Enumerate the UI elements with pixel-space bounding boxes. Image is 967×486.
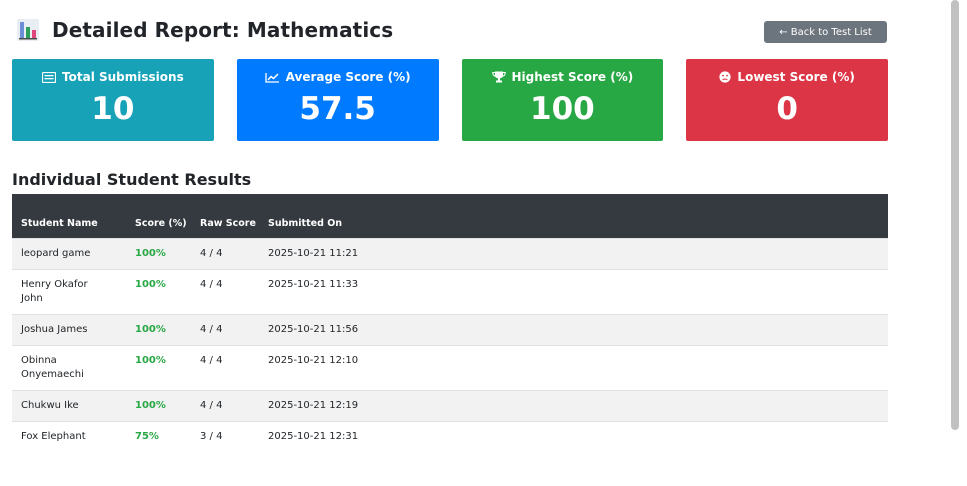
score-percent: 100% bbox=[126, 344, 191, 390]
card-value: 57.5 bbox=[299, 91, 376, 127]
column-header: Student Name bbox=[12, 194, 126, 238]
table-row: Obinna Onyemaechi 100% 4 / 4 2025-10-21 … bbox=[12, 344, 888, 390]
table-row: Chukwu Ike 100% 4 / 4 2025-10-21 12:19 bbox=[12, 389, 888, 421]
card-value: 100 bbox=[530, 91, 595, 127]
raw-score: 4 / 4 bbox=[191, 389, 259, 421]
submitted-on: 2025-10-21 11:33 bbox=[259, 268, 888, 314]
student-name: Obinna Onyemaechi bbox=[12, 344, 126, 390]
submitted-on: 2025-10-21 12:10 bbox=[259, 344, 888, 390]
score-percent: 100% bbox=[126, 389, 191, 421]
student-name: Chukwu Ike bbox=[12, 389, 126, 421]
submitted-on: 2025-10-21 12:19 bbox=[259, 389, 888, 421]
table-row: leopard game 100% 4 / 4 2025-10-21 11:21 bbox=[12, 237, 888, 269]
page-title: Detailed Report: Mathematics bbox=[52, 18, 394, 42]
raw-score: 4 / 4 bbox=[191, 268, 259, 314]
student-name: leopard game bbox=[12, 237, 126, 269]
back-to-test-list-button[interactable]: ← Back to Test List bbox=[764, 21, 887, 43]
bar-chart-icon bbox=[17, 19, 39, 41]
total-submissions-card: Total Submissions 10 bbox=[12, 59, 214, 141]
average-score-card: Average Score (%) 57.5 bbox=[236, 59, 439, 141]
student-name: Fox Elephant bbox=[12, 420, 126, 452]
table-row: Joshua James 100% 4 / 4 2025-10-21 11:56 bbox=[12, 313, 888, 345]
table-row: Fox Elephant 75% 3 / 4 2025-10-21 12:31 bbox=[12, 420, 888, 452]
submitted-on: 2025-10-21 11:21 bbox=[259, 237, 888, 269]
raw-score: 4 / 4 bbox=[191, 237, 259, 269]
card-value: 0 bbox=[776, 91, 798, 127]
card-label: Average Score (%) bbox=[285, 70, 411, 84]
line-chart-icon bbox=[264, 72, 279, 83]
submitted-on: 2025-10-21 12:31 bbox=[259, 420, 888, 452]
highest-score-card: Highest Score (%) 100 bbox=[461, 59, 664, 141]
results-table: Student Name Score (%) Raw Score Submitt… bbox=[12, 194, 888, 452]
column-header: Raw Score bbox=[191, 194, 259, 238]
trophy-icon bbox=[491, 71, 506, 83]
lowest-score-card: Lowest Score (%) 0 bbox=[686, 59, 888, 141]
table-row: Henry Okafor John 100% 4 / 4 2025-10-21 … bbox=[12, 268, 888, 314]
score-percent: 75% bbox=[126, 420, 191, 452]
page-header: Detailed Report: Mathematics bbox=[16, 18, 393, 42]
score-percent: 100% bbox=[126, 237, 191, 269]
student-name: Henry Okafor John bbox=[12, 268, 126, 314]
summary-cards: Total Submissions 10 Average Score (%) 5… bbox=[12, 59, 888, 141]
score-percent: 100% bbox=[126, 268, 191, 314]
vertical-scrollbar[interactable] bbox=[951, 0, 959, 430]
raw-score: 3 / 4 bbox=[191, 420, 259, 452]
student-name: Joshua James bbox=[12, 313, 126, 345]
raw-score: 4 / 4 bbox=[191, 344, 259, 390]
raw-score: 4 / 4 bbox=[191, 313, 259, 345]
frown-icon bbox=[719, 71, 732, 83]
table-header-row: Student Name Score (%) Raw Score Submitt… bbox=[12, 194, 888, 238]
submitted-on: 2025-10-21 11:56 bbox=[259, 313, 888, 345]
column-header: Submitted On bbox=[259, 194, 888, 238]
card-label: Lowest Score (%) bbox=[737, 70, 855, 84]
card-value: 10 bbox=[91, 91, 135, 127]
column-header: Score (%) bbox=[126, 194, 191, 238]
card-label: Total Submissions bbox=[62, 70, 184, 84]
score-percent: 100% bbox=[126, 313, 191, 345]
section-title: Individual Student Results bbox=[12, 170, 252, 189]
card-label: Highest Score (%) bbox=[511, 70, 634, 84]
list-icon bbox=[42, 71, 57, 83]
